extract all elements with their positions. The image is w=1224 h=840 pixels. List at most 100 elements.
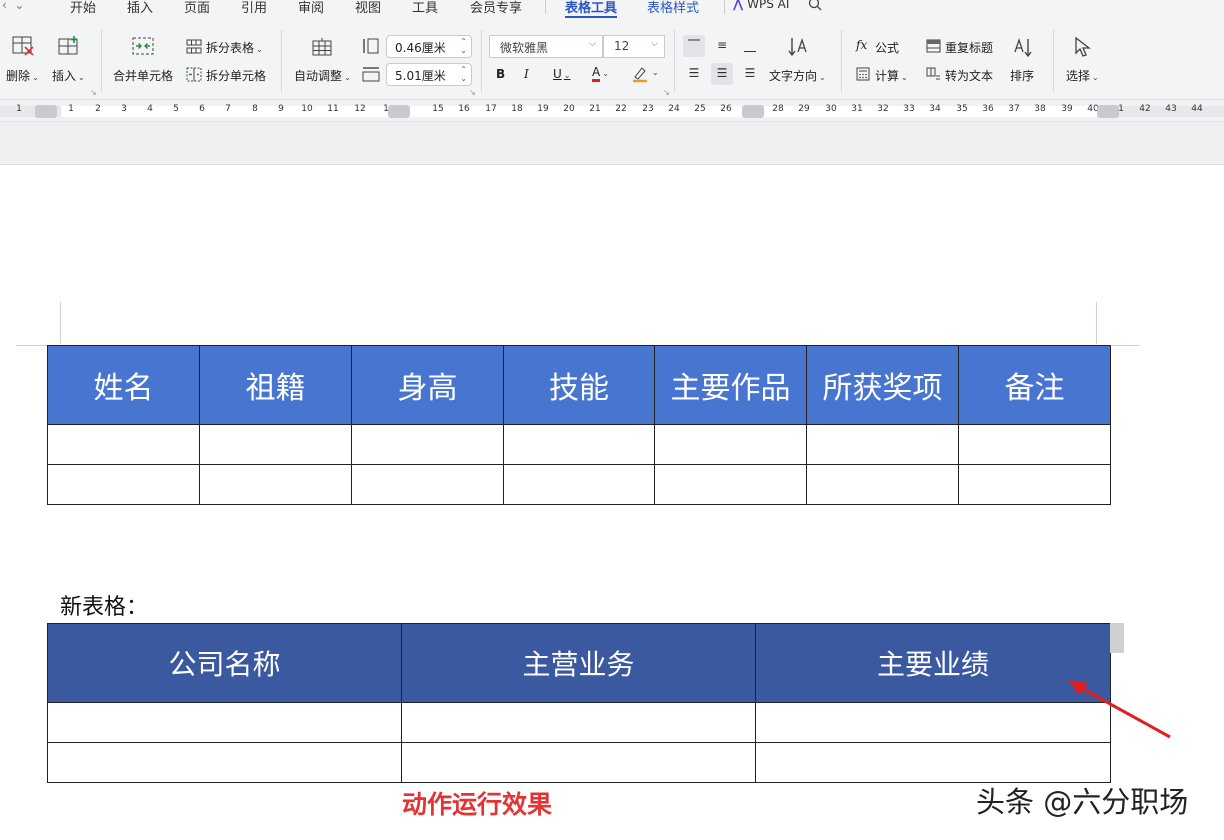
tab-review[interactable]: 审阅 (298, 0, 324, 16)
ruler-tick-label: 37 (1008, 104, 1020, 114)
auto-fit-button[interactable]: 自动调整 ⌄ (294, 67, 351, 84)
table-cell[interactable] (755, 702, 1111, 743)
stepper-arrows-icon[interactable]: ⌃ ⌄ (460, 37, 467, 55)
table-cell[interactable] (47, 424, 200, 465)
cursor-select-icon[interactable] (1073, 36, 1095, 58)
table-cell[interactable] (47, 464, 200, 505)
align-bottom-button[interactable]: ⎽ (739, 35, 761, 57)
table-cell[interactable] (958, 424, 1111, 465)
italic-button[interactable]: I (524, 67, 529, 81)
text-direction-button[interactable]: 文字方向 ⌄ (769, 67, 826, 84)
bold-button[interactable]: B (496, 67, 505, 81)
header-cell[interactable]: 技能 (503, 345, 655, 425)
header-cell[interactable]: 公司名称 (47, 623, 402, 703)
quick-access-chevrons[interactable]: ‹ ⌄ (2, 0, 24, 12)
align-top-button[interactable]: ⎺ (683, 35, 705, 57)
font-name-select[interactable]: 微软雅黑 ⌵ (489, 35, 603, 58)
delete-button[interactable]: 删除 ⌄ (6, 67, 39, 84)
column-marker-handle[interactable] (388, 105, 410, 118)
company-table[interactable]: 公司名称 主营业务 主要业绩 (47, 623, 1111, 783)
tab-tools[interactable]: 工具 (412, 0, 438, 16)
table-cell[interactable] (958, 464, 1111, 505)
horizontal-ruler[interactable]: 1 1 2 3 4 5 6 7 8 9 10 11 12 1 15 16 17 18 19 20 21 22 23 24 25 2… (0, 100, 1224, 122)
table-cell[interactable] (755, 742, 1111, 783)
table-cell[interactable] (401, 742, 756, 783)
table-cell[interactable] (401, 702, 756, 743)
sort-icon[interactable] (1012, 36, 1034, 58)
tab-page[interactable]: 页面 (184, 0, 210, 16)
stepper-arrows-icon[interactable]: ⌃ ⌄ (460, 65, 467, 83)
tab-insert[interactable]: 插入 (127, 0, 153, 16)
underline-button[interactable]: U ⌄ (553, 67, 571, 81)
calculate-button[interactable]: 计算 ⌄ (875, 67, 908, 84)
header-cell[interactable]: 所获奖项 (806, 345, 959, 425)
tab-table-style[interactable]: 表格样式 (647, 0, 699, 16)
insert-button[interactable]: 插入 ⌄ (52, 67, 85, 84)
column-marker-handle[interactable] (742, 105, 764, 118)
calculator-icon (856, 67, 870, 81)
formula-button[interactable]: 公式 (875, 39, 899, 56)
text-direction-icon[interactable] (787, 36, 809, 58)
header-cell[interactable]: 祖籍 (199, 345, 352, 425)
table-cell[interactable] (654, 424, 807, 465)
delete-table-icon[interactable] (12, 36, 34, 56)
table-cell[interactable] (47, 702, 402, 743)
table-cell[interactable] (47, 742, 402, 783)
table-cell[interactable] (199, 424, 352, 465)
header-cell[interactable]: 备注 (958, 345, 1111, 425)
repeat-header-button[interactable]: 重复标题 (945, 39, 993, 56)
table-cell[interactable] (351, 424, 504, 465)
row-height-stepper[interactable]: 0.46厘米 ⌃ ⌄ (386, 35, 472, 58)
people-table[interactable]: 姓名 祖籍 身高 技能 主要作品 所获奖项 备注 (47, 345, 1111, 505)
document-page[interactable]: 姓名 祖籍 身高 技能 主要作品 所获奖项 备注 新表格： 公司名称 主营业务 … (0, 165, 1224, 840)
col-width-stepper[interactable]: 5.01厘米 ⌃ ⌄ (386, 63, 472, 86)
auto-fit-icon[interactable] (312, 38, 332, 56)
header-cell[interactable]: 身高 (351, 345, 504, 425)
margin-corner-mark (60, 302, 61, 344)
sort-button[interactable]: 排序 (1010, 67, 1034, 84)
dialog-launcher-icon[interactable]: ↘ (469, 88, 476, 97)
table-cell[interactable] (503, 424, 655, 465)
tab-references[interactable]: 引用 (241, 0, 267, 16)
table-cell[interactable] (654, 464, 807, 505)
wps-ai-button[interactable]: ⋀ WPS AI (733, 0, 789, 11)
table-cell[interactable] (199, 464, 352, 505)
merge-cells-icon[interactable] (132, 36, 154, 56)
page-gap (0, 122, 1224, 165)
table-cell[interactable] (806, 424, 959, 465)
font-color-button[interactable]: A ⌄ (592, 65, 609, 82)
split-cells-button[interactable]: 拆分单元格 (206, 67, 266, 84)
dialog-launcher-icon[interactable]: ↘ (663, 88, 670, 97)
table-cell[interactable] (503, 464, 655, 505)
align-center-button[interactable]: ☰ (711, 63, 733, 85)
align-middle-button[interactable]: ≡ (711, 35, 733, 57)
dialog-launcher-icon[interactable]: ↘ (90, 88, 97, 97)
font-size-select[interactable]: 12 ⌵ (603, 35, 665, 58)
search-icon[interactable] (808, 0, 822, 11)
tab-view[interactable]: 视图 (355, 0, 381, 16)
align-left-button[interactable]: ☰ (683, 63, 705, 85)
left-margin-handle[interactable] (35, 105, 57, 118)
header-cell[interactable]: 姓名 (47, 345, 200, 425)
table-row-end-marker[interactable] (1110, 623, 1124, 653)
header-cell[interactable]: 主要业绩 (755, 623, 1111, 703)
insert-table-icon[interactable] (58, 36, 80, 56)
chevron-down-icon[interactable]: ⌄ (652, 68, 659, 77)
chevron-down-icon: ⌄ (256, 45, 263, 54)
table-cell[interactable] (351, 464, 504, 505)
align-right-button[interactable]: ☰ (739, 63, 761, 85)
header-cell[interactable]: 主营业务 (401, 623, 756, 703)
ruler-tick-label: 24 (668, 104, 680, 114)
highlight-icon[interactable] (631, 65, 649, 83)
right-margin-handle[interactable] (1097, 105, 1119, 118)
ribbon-separator (1053, 30, 1054, 92)
convert-to-text-button[interactable]: 转为文本 (945, 67, 993, 84)
merge-cells-button[interactable]: 合并单元格 (113, 67, 173, 84)
table-cell[interactable] (806, 464, 959, 505)
tab-home[interactable]: 开始 (70, 0, 96, 16)
split-table-button[interactable]: 拆分表格 ⌄ (206, 39, 263, 56)
tab-member[interactable]: 会员专享 (470, 0, 522, 16)
select-button[interactable]: 选择 ⌄ (1066, 67, 1099, 84)
header-cell[interactable]: 主要作品 (654, 345, 807, 425)
tab-table-tools[interactable]: 表格工具 (565, 0, 618, 18)
